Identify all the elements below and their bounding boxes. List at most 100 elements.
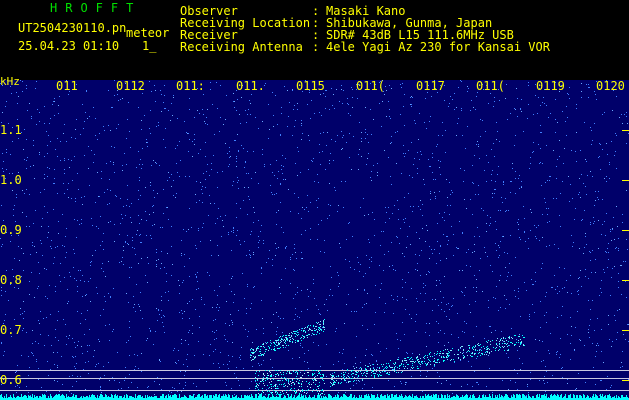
- noise-speck: [162, 227, 163, 228]
- echo-speck: [370, 368, 371, 369]
- echo-speck: [313, 382, 314, 383]
- noise-speck: [72, 386, 73, 387]
- noise-speck: [462, 232, 463, 233]
- noise-speck: [6, 101, 7, 102]
- noise-speck: [217, 108, 218, 109]
- carrier-band: [414, 396, 415, 400]
- noise-speck: [208, 215, 209, 216]
- carrier-band: [39, 396, 40, 400]
- carrier-band: [385, 395, 386, 400]
- carrier-band: [583, 394, 584, 400]
- noise-speck: [472, 214, 473, 215]
- echo-speck: [354, 368, 355, 369]
- noise-speck: [461, 108, 462, 109]
- noise-speck: [62, 214, 63, 215]
- noise-speck: [336, 328, 337, 329]
- echo-speck: [264, 353, 265, 354]
- noise-speck: [212, 307, 213, 308]
- carrier-band: [207, 395, 208, 400]
- noise-speck: [47, 298, 48, 299]
- echo-speck: [276, 345, 277, 346]
- carrier-band: [17, 396, 18, 400]
- noise-speck: [404, 156, 405, 157]
- noise-speck: [624, 114, 625, 115]
- echo-speck: [275, 376, 276, 377]
- noise-speck: [138, 107, 139, 108]
- noise-speck: [163, 102, 164, 103]
- carrier-band: [391, 394, 392, 400]
- carrier-band: [551, 394, 552, 400]
- noise-speck: [392, 213, 393, 214]
- antenna-label: Receiving Antenna: [180, 40, 303, 54]
- noise-speck: [105, 276, 106, 277]
- carrier-band: [537, 394, 538, 400]
- noise-speck: [164, 95, 165, 96]
- noise-speck: [608, 259, 609, 260]
- noise-speck: [383, 270, 384, 271]
- noise-speck: [1, 290, 2, 291]
- noise-speck: [616, 206, 617, 207]
- echo-speck: [263, 373, 264, 374]
- noise-speck: [3, 355, 4, 356]
- noise-speck: [485, 131, 486, 132]
- echo-speck: [323, 324, 324, 325]
- noise-speck: [342, 148, 343, 149]
- noise-speck: [316, 305, 317, 306]
- noise-speck: [588, 84, 589, 85]
- noise-speck: [204, 304, 205, 305]
- noise-speck: [136, 284, 137, 285]
- noise-speck: [234, 101, 235, 102]
- noise-speck: [444, 100, 445, 101]
- noise-speck: [346, 239, 347, 240]
- noise-speck: [268, 388, 269, 389]
- noise-speck: [276, 331, 277, 332]
- carrier-band: [406, 396, 407, 400]
- noise-speck: [546, 208, 547, 209]
- noise-speck: [524, 232, 525, 233]
- noise-speck: [572, 198, 573, 199]
- noise-speck: [530, 157, 531, 158]
- carrier-band: [301, 394, 302, 400]
- noise-speck: [546, 371, 547, 372]
- noise-speck: [178, 350, 179, 351]
- carrier-band: [622, 395, 623, 400]
- noise-speck: [615, 320, 616, 321]
- echo-speck: [270, 376, 271, 377]
- noise-speck: [478, 146, 479, 147]
- echo-speck: [278, 375, 279, 376]
- noise-speck: [250, 308, 251, 309]
- noise-speck: [385, 86, 386, 87]
- noise-speck: [181, 339, 182, 340]
- noise-speck: [363, 198, 364, 199]
- noise-speck: [207, 109, 208, 110]
- noise-speck: [46, 391, 47, 392]
- noise-speck: [358, 262, 359, 263]
- noise-speck: [487, 215, 488, 216]
- carrier-band: [305, 395, 306, 400]
- noise-speck: [314, 113, 315, 114]
- noise-speck: [444, 333, 445, 334]
- spectrogram-plot[interactable]: [0, 80, 629, 400]
- echo-speck: [366, 369, 367, 370]
- echo-speck: [308, 334, 309, 335]
- echo-speck: [318, 386, 319, 387]
- noise-speck: [401, 87, 402, 88]
- noise-speck: [475, 194, 476, 195]
- echo-speck: [296, 334, 297, 335]
- noise-speck: [486, 181, 487, 182]
- echo-speck: [418, 362, 419, 363]
- noise-speck: [541, 132, 542, 133]
- echo-speck: [285, 343, 286, 344]
- noise-speck: [585, 276, 586, 277]
- carrier-band: [216, 394, 217, 400]
- echo-speck: [398, 359, 399, 360]
- noise-speck: [128, 387, 129, 388]
- carrier-band: [184, 395, 185, 400]
- noise-speck: [417, 263, 418, 264]
- noise-speck: [498, 245, 499, 246]
- carrier-band: [410, 396, 411, 400]
- noise-speck: [377, 367, 378, 368]
- echo-speck: [281, 339, 282, 340]
- noise-speck: [416, 395, 417, 396]
- noise-speck: [596, 99, 597, 100]
